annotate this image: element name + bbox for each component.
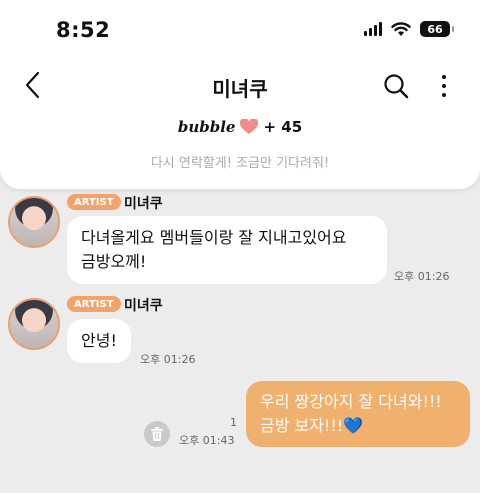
- avatar[interactable]: [8, 196, 60, 248]
- bubble-logo: bubble: [177, 118, 236, 136]
- status-time: 8:52: [56, 18, 111, 42]
- message-bubble[interactable]: 다녀올게요 멤버들이랑 잘 지내고있어요 금방오께!: [67, 216, 387, 284]
- status-icons: 66: [364, 21, 454, 37]
- my-message-bubble[interactable]: 우리 짱강아지 잘 다녀와!!! 금방 보자!!!💙: [246, 381, 470, 447]
- message-text: 금방 보자!!!: [260, 416, 344, 435]
- message-text: 우리 짱강아지 잘 다녀와!!!: [260, 392, 442, 411]
- sender-name: 미녀쿠: [124, 196, 163, 212]
- heart-icon: [240, 119, 259, 134]
- battery-icon: 66: [420, 21, 454, 37]
- message-time: 오후 01:43: [179, 434, 235, 447]
- unread-count: 1: [230, 416, 237, 429]
- wifi-icon: [391, 21, 411, 36]
- trash-icon[interactable]: [144, 421, 170, 447]
- status-message: 다시 연락할게! 조금만 기다려줘!: [150, 156, 330, 171]
- artist-badge: ARTIST: [67, 194, 121, 210]
- artist-badge: ARTIST: [67, 296, 121, 312]
- message-text: 다녀올게요 멤버들이랑 잘 지내고있어요: [81, 228, 347, 247]
- more-options-icon[interactable]: [436, 72, 452, 100]
- message-text: 안녕!: [81, 331, 117, 350]
- message-text: 금방오께!: [81, 252, 147, 271]
- search-icon[interactable]: [382, 72, 410, 100]
- cellular-signal-icon: [364, 22, 382, 36]
- bubble-count: + 45: [263, 118, 303, 136]
- sender-name: 미녀쿠: [124, 298, 163, 314]
- message-bubble[interactable]: 안녕!: [67, 319, 131, 363]
- bubble-count-row: bubble + 45: [0, 118, 480, 136]
- chat-header-card: 8:52 66 미녀쿠 bubble + 45 다시 연락할게! 조금만 기다려…: [0, 0, 480, 189]
- avatar[interactable]: [8, 298, 60, 350]
- message-time: 오후 01:26: [140, 353, 196, 366]
- message-time: 오후 01:26: [394, 270, 450, 283]
- blue-heart-emoji: 💙: [343, 416, 364, 435]
